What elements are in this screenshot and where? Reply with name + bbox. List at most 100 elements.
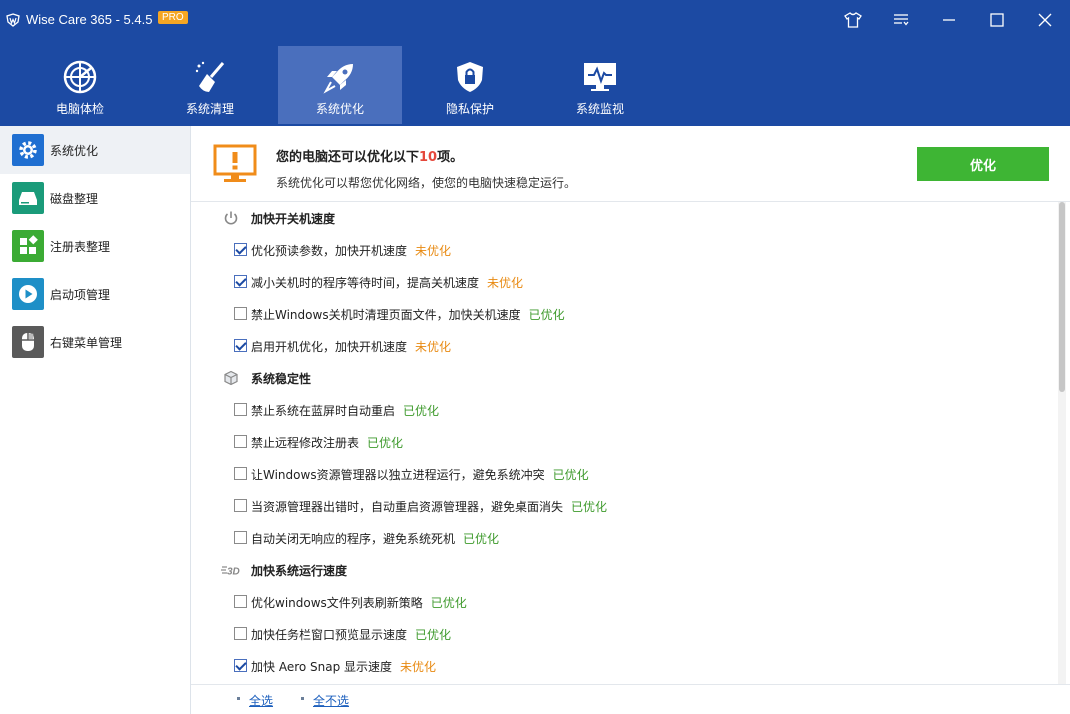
sidebar-item-system-optimize[interactable]: 系统优化 <box>0 126 190 174</box>
item-checkbox[interactable] <box>234 595 247 608</box>
status-done: 已优化 <box>571 500 608 514</box>
maximize-button[interactable] <box>987 10 1007 30</box>
optimize-count: 10 <box>419 150 438 165</box>
optimize-button[interactable]: 优化 <box>917 147 1049 181</box>
item-checkbox[interactable] <box>234 275 247 288</box>
menu-icon <box>894 14 909 26</box>
status-done: 已优化 <box>552 468 589 482</box>
item-label: 自动关闭无响应的程序，避免系统死机 已优化 <box>251 530 499 547</box>
list-item[interactable]: 减小关机时的程序等待时间，提高关机速度 未优化 <box>191 266 1051 298</box>
item-description: 启用开机优化，加快开机速度 <box>251 340 408 354</box>
list-item[interactable]: 优化windows文件列表刷新策略 已优化 <box>191 586 1051 618</box>
tab-system-monitor[interactable]: 系统监视 <box>538 46 662 124</box>
select-all-link[interactable]: 全选 <box>249 692 273 709</box>
summary-suffix: 项。 <box>437 150 464 165</box>
skin-button[interactable] <box>843 10 863 30</box>
item-checkbox[interactable] <box>234 467 247 480</box>
list-item[interactable]: 禁止Windows关机时清理页面文件，加快关机速度 已优化 <box>191 298 1051 330</box>
item-checkbox[interactable] <box>234 243 247 256</box>
tab-pc-checkup[interactable]: 电脑体检 <box>18 46 142 124</box>
item-description: 让Windows资源管理器以独立进程运行，避免系统冲突 <box>251 468 545 482</box>
status-done: 已优化 <box>463 532 500 546</box>
section-title: 加快开关机速度 <box>251 212 336 226</box>
item-label: 禁止Windows关机时清理页面文件，加快关机速度 已优化 <box>251 306 565 323</box>
sidebar-item-disk-defrag[interactable]: 磁盘整理 <box>0 174 190 222</box>
tab-label: 电脑体检 <box>55 102 104 116</box>
section-title: 加快系统运行速度 <box>251 564 348 578</box>
item-checkbox[interactable] <box>234 403 247 416</box>
disk-icon <box>12 182 44 214</box>
gear-icon <box>12 134 44 166</box>
optimize-summary-title: 您的电脑还可以优化以下10项。 <box>276 146 463 165</box>
item-label: 禁止系统在蓝屏时自动重启 已优化 <box>251 402 439 419</box>
list-item[interactable]: 让Windows资源管理器以独立进程运行，避免系统冲突 已优化 <box>191 458 1051 490</box>
item-checkbox[interactable] <box>234 435 247 448</box>
tab-label: 系统清理 <box>185 102 234 116</box>
cube-icon <box>224 370 238 386</box>
item-description: 禁止远程修改注册表 <box>251 436 360 450</box>
lock-shield-icon <box>457 62 483 92</box>
item-checkbox[interactable] <box>234 659 247 672</box>
radar-icon <box>63 60 97 94</box>
bullet-dot <box>301 697 304 700</box>
list-item[interactable]: 禁止系统在蓝屏时自动重启 已优化 <box>191 394 1051 426</box>
list-item[interactable]: 加快任务栏窗口预览显示速度 已优化 <box>191 618 1051 650</box>
tab-label: 隐私保护 <box>445 102 494 116</box>
item-label: 优化预读参数，加快开机速度 未优化 <box>251 242 451 259</box>
item-checkbox[interactable] <box>234 499 247 512</box>
optimize-header: 您的电脑还可以优化以下10项。 系统优化可以帮您优化网络，使您的电脑快速稳定运行… <box>191 126 1070 202</box>
item-checkbox[interactable] <box>234 307 247 320</box>
select-none-link[interactable]: 全不选 <box>313 692 349 709</box>
tab-privacy[interactable]: 隐私保护 <box>408 46 532 124</box>
list-item[interactable]: 禁止远程修改注册表 已优化 <box>191 426 1051 458</box>
title-bar: Wise Care 365 - 5.4.5 PRO <box>0 0 1070 44</box>
menu-button[interactable] <box>891 10 911 30</box>
list-item[interactable]: 当资源管理器出错时，自动重启资源管理器，避免桌面消失 已优化 <box>191 490 1051 522</box>
item-label: 启用开机优化，加快开机速度 未优化 <box>251 338 451 355</box>
sidebar-item-startup[interactable]: 启动项管理 <box>0 270 190 318</box>
item-description: 加快 Aero Snap 显示速度 <box>251 660 393 674</box>
minimize-icon <box>943 19 955 21</box>
tab-system-optimize[interactable]: 系统优化 <box>278 46 402 124</box>
status-todo: 未优化 <box>415 244 452 258</box>
item-label: 加快 Aero Snap 显示速度 未优化 <box>251 658 436 675</box>
minimize-button[interactable] <box>939 10 959 30</box>
sidebar-item-registry[interactable]: 注册表整理 <box>0 222 190 270</box>
item-description: 禁止Windows关机时清理页面文件，加快关机速度 <box>251 308 521 322</box>
list-item[interactable]: 自动关闭无响应的程序，避免系统死机 已优化 <box>191 522 1051 554</box>
tshirt-icon <box>844 12 862 28</box>
status-done: 已优化 <box>430 596 467 610</box>
item-checkbox[interactable] <box>234 627 247 640</box>
list-scrollbar[interactable] <box>1058 202 1066 684</box>
app-title: Wise Care 365 - 5.4.5 <box>26 12 153 27</box>
close-button[interactable] <box>1035 10 1055 30</box>
item-checkbox[interactable] <box>234 339 247 352</box>
status-todo: 未优化 <box>487 276 524 290</box>
item-description: 优化预读参数，加快开机速度 <box>251 244 408 258</box>
svg-text:3D: 3D <box>227 567 240 578</box>
list-item[interactable]: 优化预读参数，加快开机速度 未优化 <box>191 234 1051 266</box>
scrollbar-thumb[interactable] <box>1059 202 1065 392</box>
item-description: 优化windows文件列表刷新策略 <box>251 596 423 610</box>
maximize-icon <box>990 13 1004 27</box>
item-checkbox[interactable] <box>234 531 247 544</box>
section-header-boot-speed: 加快开关机速度 <box>191 202 1051 234</box>
sidebar: 系统优化 磁盘整理 注册表整理 启动项管理 右键菜单管理 <box>0 126 191 714</box>
registry-icon <box>12 230 44 262</box>
list-item[interactable]: 加快 Aero Snap 显示速度 未优化 <box>191 650 1051 682</box>
item-description: 当资源管理器出错时，自动重启资源管理器，避免桌面消失 <box>251 500 564 514</box>
status-done: 已优化 <box>367 436 404 450</box>
list-item[interactable]: 启用开机优化，加快开机速度 未优化 <box>191 330 1051 362</box>
status-done: 已优化 <box>528 308 565 322</box>
item-label: 让Windows资源管理器以独立进程运行，避免系统冲突 已优化 <box>251 466 589 483</box>
section-header-run-speed: 3D 加快系统运行速度 <box>191 554 1051 586</box>
item-label: 减小关机时的程序等待时间，提高关机速度 未优化 <box>251 274 523 291</box>
tab-system-clean[interactable]: 系统清理 <box>148 46 272 124</box>
speed-3d-icon: 3D <box>221 566 240 578</box>
section-header-stability: 系统稳定性 <box>191 362 1051 394</box>
sidebar-item-context-menu[interactable]: 右键菜单管理 <box>0 318 190 366</box>
summary-prefix: 您的电脑还可以优化以下 <box>276 150 420 165</box>
item-label: 当资源管理器出错时，自动重启资源管理器，避免桌面消失 已优化 <box>251 498 607 515</box>
sidebar-item-label: 右键菜单管理 <box>50 336 123 350</box>
power-icon <box>224 211 238 225</box>
